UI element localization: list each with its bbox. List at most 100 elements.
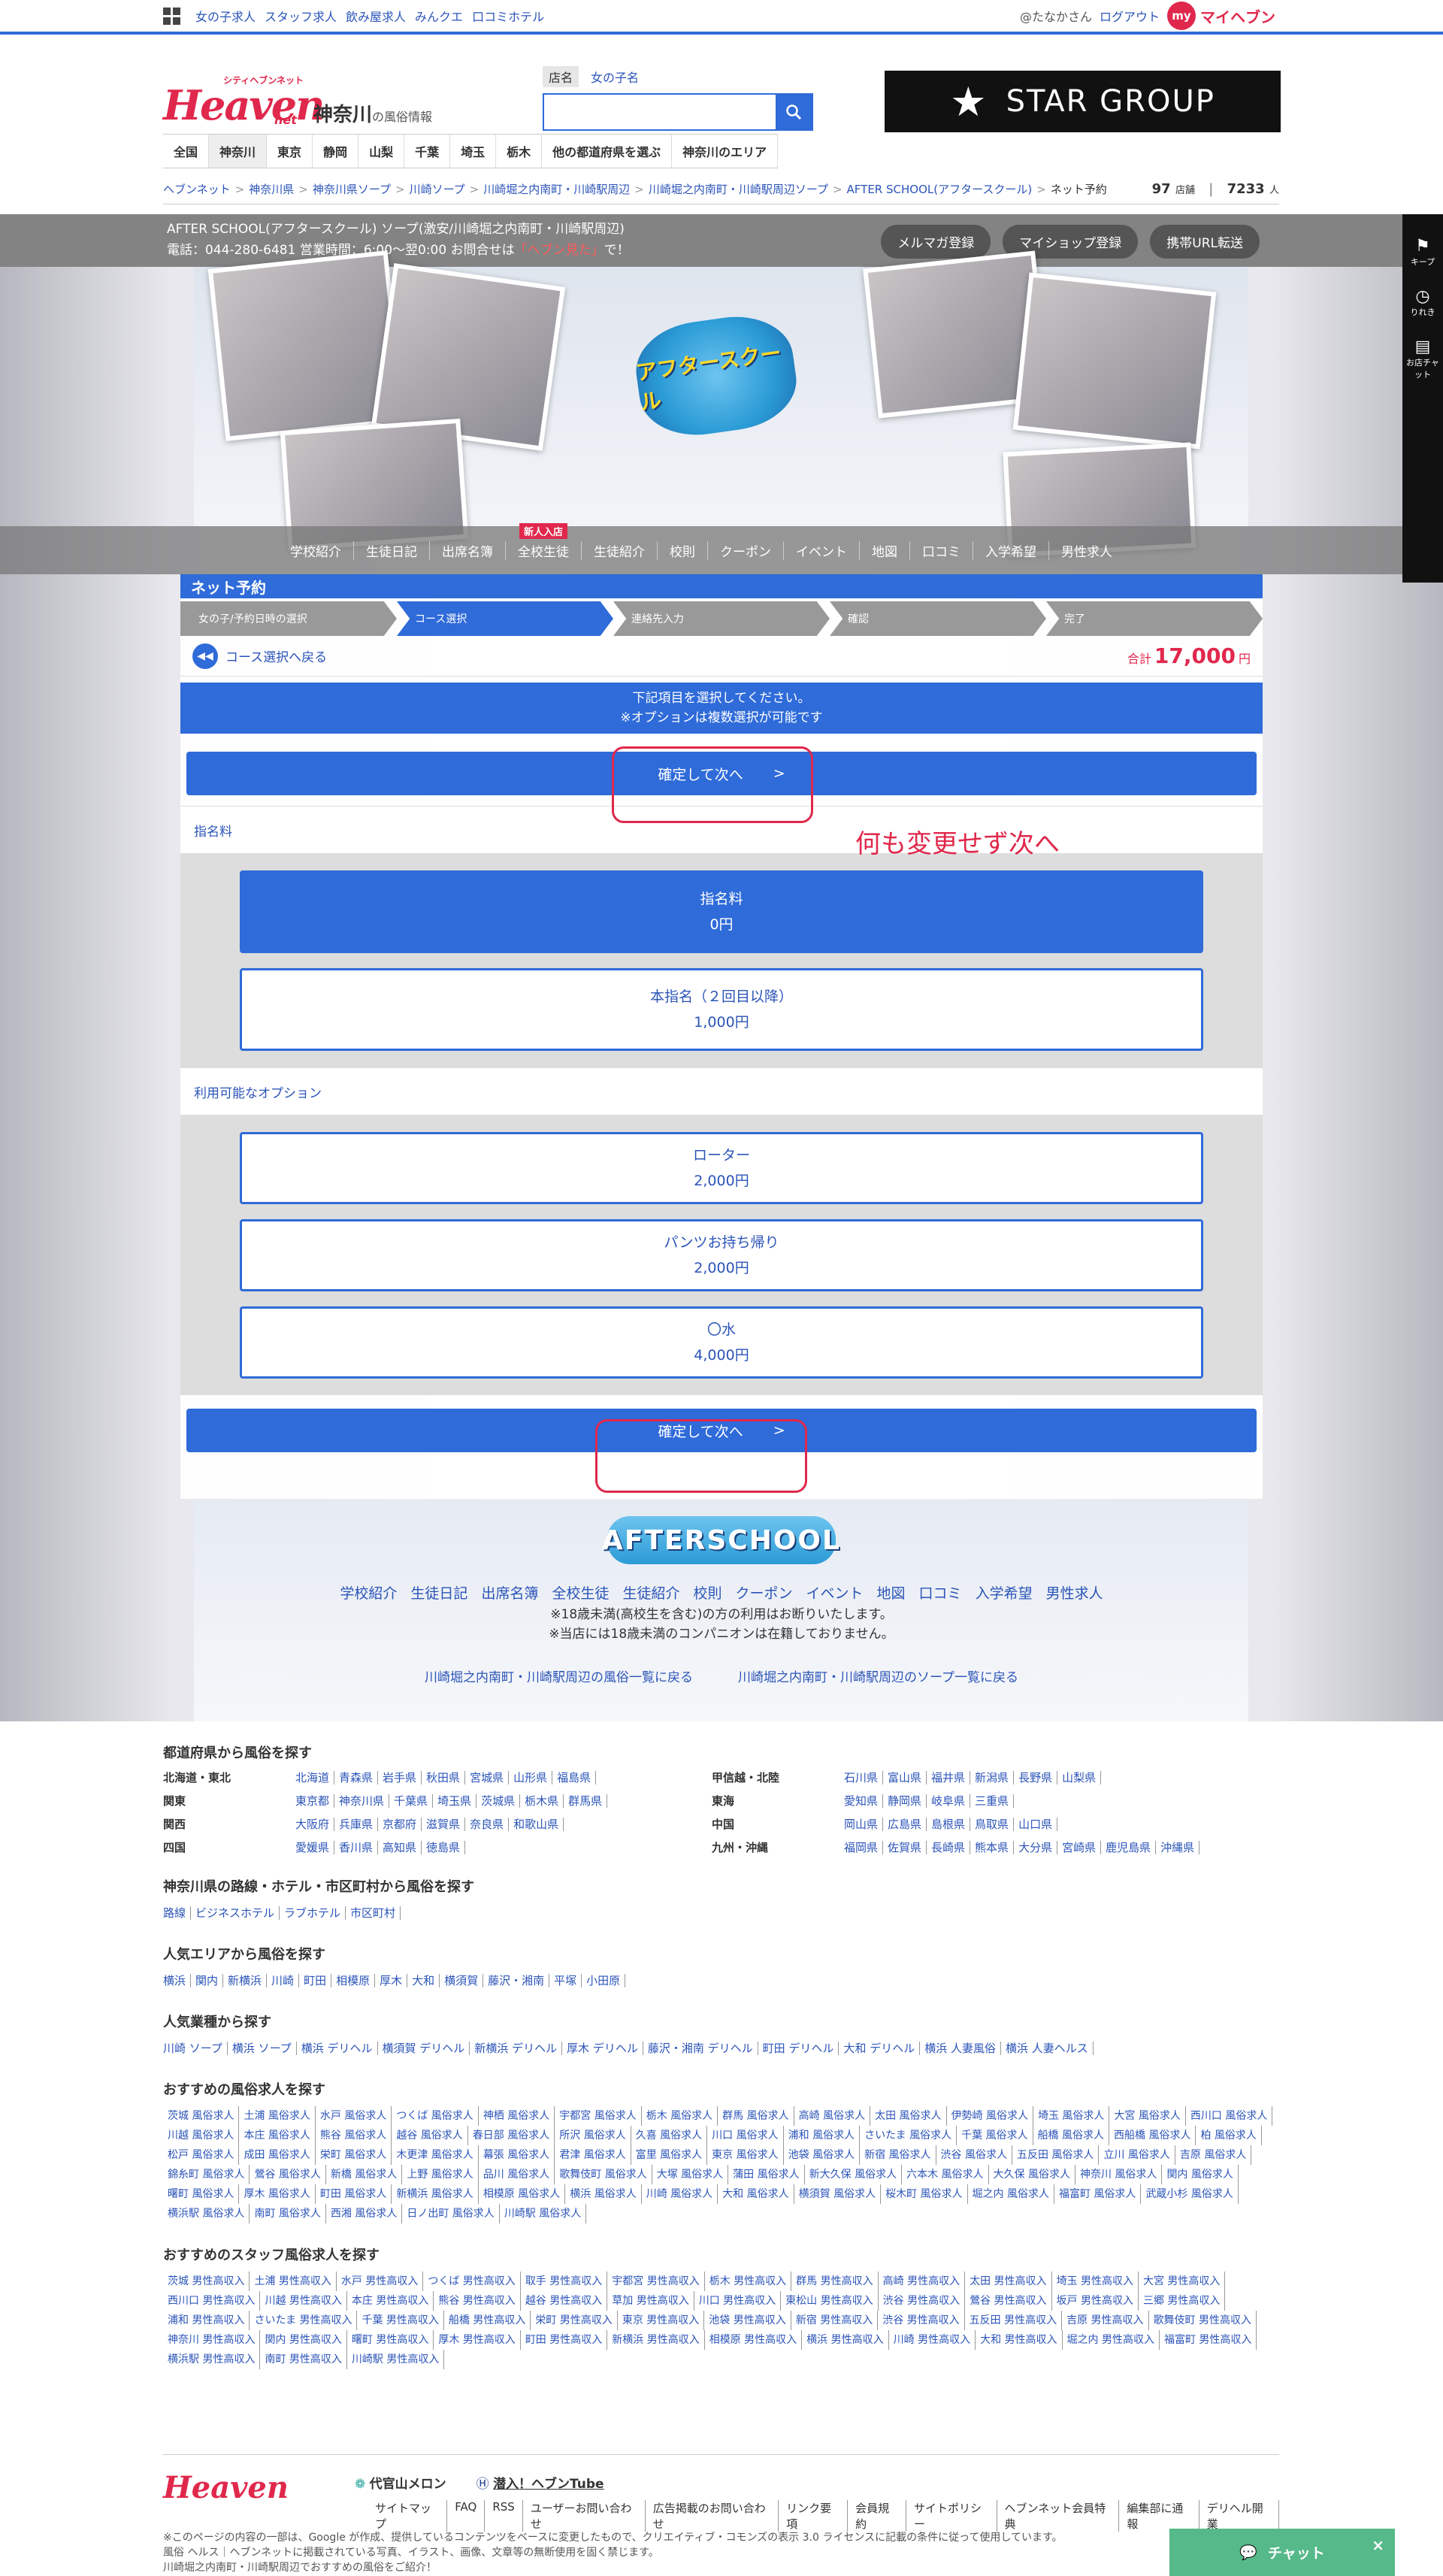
job-link[interactable]: 高崎 風俗求人 <box>794 2106 871 2126</box>
job-link[interactable]: 越谷 風俗求人 <box>392 2126 468 2145</box>
pref-link[interactable]: 山口県 <box>1014 1818 1058 1831</box>
job-link[interactable]: 本庄 風俗求人 <box>239 2126 316 2145</box>
staff-job-link[interactable]: 熊谷 男性高収入 <box>434 2291 521 2311</box>
pref-link[interactable]: 宮崎県 <box>1057 1841 1102 1854</box>
footer-link[interactable]: サイトポリシー <box>906 2500 997 2532</box>
job-link[interactable]: 渋谷 風俗求人 <box>936 2145 1012 2165</box>
region-nav-kanagawa[interactable]: 神奈川 <box>209 135 268 168</box>
staff-job-link[interactable]: 川崎 男性高収入 <box>889 2330 976 2350</box>
pref-link[interactable]: 香川県 <box>334 1841 379 1854</box>
job-link[interactable]: 西川口 風俗求人 <box>1186 2106 1273 2126</box>
topbar-link-minque[interactable]: みんクエ <box>415 7 463 25</box>
pref-link[interactable]: 岐阜県 <box>927 1794 971 1808</box>
staff-job-link[interactable]: 大宮 男性高収入 <box>1139 2272 1226 2291</box>
footer-shop-link[interactable]: 入学希望 <box>976 1582 1033 1603</box>
logout-link[interactable]: ログアウト <box>1100 7 1160 25</box>
staff-job-link[interactable]: 取手 男性高収入 <box>521 2272 608 2291</box>
area-link[interactable]: 相模原 <box>331 1974 376 1987</box>
footer-shop-link[interactable]: 出席名簿 <box>481 1582 538 1603</box>
job-link[interactable]: 六本木 風俗求人 <box>902 2165 989 2184</box>
pref-link[interactable]: 福井県 <box>927 1771 971 1784</box>
route-link[interactable]: 路線 <box>163 1906 192 1920</box>
pref-link[interactable]: 宮城県 <box>465 1771 510 1784</box>
job-link[interactable]: 所沢 風俗求人 <box>555 2126 631 2145</box>
footer-link[interactable]: デリヘル開業 <box>1199 2500 1279 2532</box>
job-link[interactable]: 川崎駅 風俗求人 <box>500 2204 587 2223</box>
staff-job-link[interactable]: 相模原 男性高収入 <box>705 2330 803 2350</box>
region-nav-yamanashi[interactable]: 山梨 <box>358 135 405 168</box>
staff-job-link[interactable]: 西川口 男性高収入 <box>163 2291 261 2311</box>
job-link[interactable]: 大塚 風俗求人 <box>652 2165 729 2184</box>
footer-link[interactable]: ユーザーお問い合わせ <box>523 2500 646 2532</box>
staff-job-link[interactable]: 池袋 男性高収入 <box>704 2311 791 2330</box>
option-pants[interactable]: パンツお持ち帰り 2,000円 <box>240 1219 1203 1291</box>
back-to-course-link[interactable]: ◀◀ コース選択へ戻る <box>192 643 327 669</box>
job-link[interactable]: 新宿 風俗求人 <box>860 2145 936 2165</box>
type-link[interactable]: 新横浜 デリヘル <box>470 2042 563 2055</box>
staff-job-link[interactable]: 水戸 男性高収入 <box>337 2272 424 2291</box>
pref-link[interactable]: 栃木県 <box>520 1794 564 1808</box>
job-link[interactable]: 水戸 風俗求人 <box>316 2106 392 2126</box>
job-link[interactable]: 歌舞伎町 風俗求人 <box>555 2165 652 2184</box>
footer-shop-link[interactable]: イベント <box>806 1582 864 1603</box>
pref-link[interactable]: 茨城県 <box>476 1794 521 1808</box>
search-tab-girl[interactable]: 女の子名 <box>588 66 642 87</box>
staff-job-link[interactable]: 横浜 男性高収入 <box>802 2330 889 2350</box>
job-link[interactable]: 伊勢崎 風俗求人 <box>947 2106 1033 2126</box>
job-link[interactable]: 南町 風俗求人 <box>250 2204 326 2223</box>
staff-job-link[interactable]: 横浜駅 男性高収入 <box>163 2350 261 2369</box>
region-nav-tochigi[interactable]: 栃木 <box>496 135 543 168</box>
job-link[interactable]: 立川 風俗求人 <box>1099 2145 1175 2165</box>
staff-job-link[interactable]: 川越 男性高収入 <box>260 2291 347 2311</box>
staff-job-link[interactable]: 栃木 男性高収入 <box>705 2272 792 2291</box>
mailmag-button[interactable]: メルマガ登録 <box>881 225 991 259</box>
breadcrumb-item[interactable]: 神奈川県 <box>249 181 294 197</box>
job-link[interactable]: 五反田 風俗求人 <box>1012 2145 1100 2165</box>
type-link[interactable]: 横須賀 デリヘル <box>377 2042 470 2055</box>
job-link[interactable]: 埼玉 風俗求人 <box>1033 2106 1110 2126</box>
pref-link[interactable]: 福岡県 <box>839 1841 884 1854</box>
pref-link[interactable]: 愛媛県 <box>291 1841 335 1854</box>
pref-link[interactable]: 滋賀県 <box>422 1818 466 1831</box>
shop-nav-item[interactable]: 口コミ <box>909 540 973 560</box>
footer-shop-link[interactable]: 全校生徒 <box>552 1582 609 1603</box>
footer-shop-link[interactable]: 学校紹介 <box>340 1582 397 1603</box>
job-link[interactable]: 柏 風俗求人 <box>1196 2126 1262 2145</box>
pref-link[interactable]: 岩手県 <box>378 1771 422 1784</box>
area-link[interactable]: 関内 <box>191 1974 224 1987</box>
staff-job-link[interactable]: 福富町 男性高収入 <box>1160 2330 1257 2350</box>
staff-job-link[interactable]: 川口 男性高収入 <box>694 2291 782 2311</box>
area-link[interactable]: 新横浜 <box>223 1974 268 1987</box>
shop-nav-item[interactable]: 生徒紹介 <box>581 540 657 560</box>
footer-shop-link[interactable]: 口コミ <box>919 1582 962 1603</box>
region-nav-all[interactable]: 全国 <box>163 135 210 168</box>
footer-link[interactable]: FAQ <box>447 2500 486 2532</box>
job-link[interactable]: 品川 風俗求人 <box>479 2165 555 2184</box>
pref-link[interactable]: 三重県 <box>970 1794 1015 1808</box>
pref-link[interactable]: 福島県 <box>552 1771 597 1784</box>
staff-job-link[interactable]: 坂戸 男性高収入 <box>1052 2291 1139 2311</box>
type-link[interactable]: 厚木 デリヘル <box>562 2042 643 2055</box>
area-link[interactable]: 横浜 <box>163 1974 192 1987</box>
pref-link[interactable]: 兵庫県 <box>334 1818 379 1831</box>
pref-link[interactable]: 高知県 <box>378 1841 422 1854</box>
footer-shop-link[interactable]: 生徒日記 <box>410 1582 467 1603</box>
staff-job-link[interactable]: 埼玉 男性高収入 <box>1052 2272 1139 2291</box>
job-link[interactable]: 大宮 風俗求人 <box>1109 2106 1186 2126</box>
shop-nav-item[interactable]: イベント <box>783 540 859 560</box>
job-link[interactable]: 木更津 風俗求人 <box>392 2145 479 2165</box>
chat-widget[interactable]: 💬 チャット × <box>1169 2529 1395 2576</box>
staff-job-link[interactable]: 三郷 男性高収入 <box>1139 2291 1226 2311</box>
pref-link[interactable]: 新潟県 <box>970 1771 1015 1784</box>
topbar-link-staff-jobs[interactable]: スタッフ求人 <box>265 7 337 25</box>
job-link[interactable]: 鶯谷 風俗求人 <box>250 2165 326 2184</box>
pref-link[interactable]: 京都府 <box>378 1818 422 1831</box>
footer-link[interactable]: 広告掲載のお問い合わせ <box>646 2500 779 2532</box>
job-link[interactable]: 栃木 風俗求人 <box>642 2106 718 2126</box>
footer-shop-link[interactable]: 校則 <box>693 1582 722 1603</box>
pref-link[interactable]: 大分県 <box>1014 1841 1058 1854</box>
shop-nav-item[interactable]: 男性求人 <box>1048 540 1124 560</box>
job-link[interactable]: 西船橋 風俗求人 <box>1109 2126 1196 2145</box>
staff-job-link[interactable]: 高崎 男性高収入 <box>879 2272 966 2291</box>
job-link[interactable]: 栄町 風俗求人 <box>316 2145 392 2165</box>
